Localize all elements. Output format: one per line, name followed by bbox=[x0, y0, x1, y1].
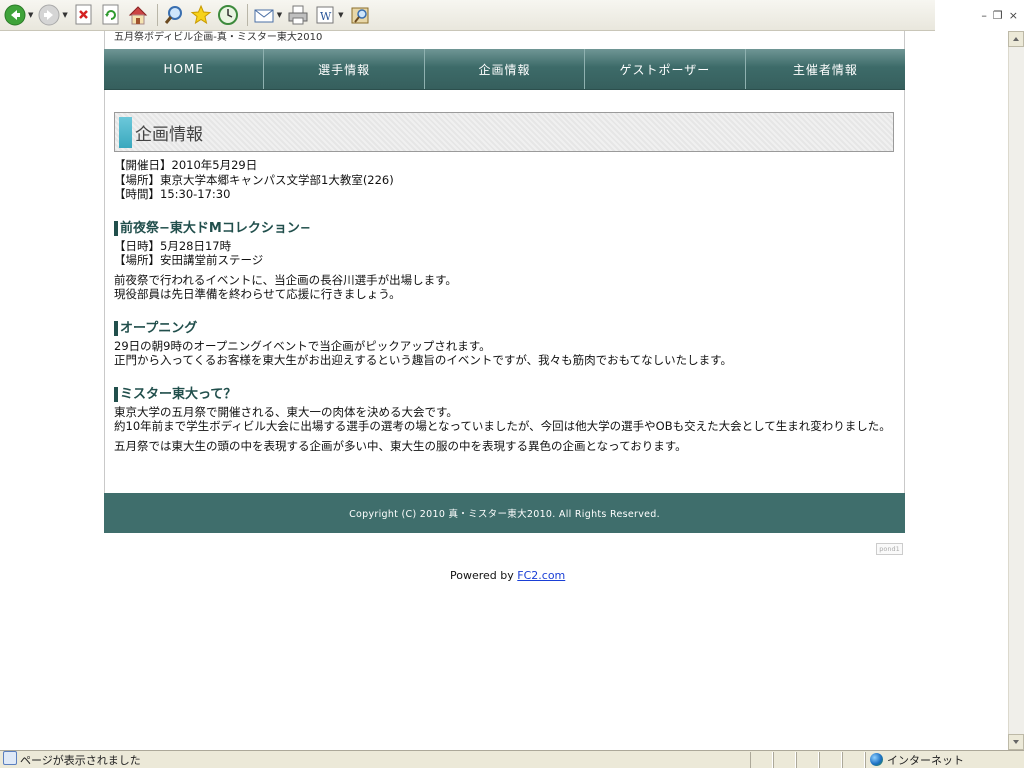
site-subtitle: 五月祭ボディビル企画-真・ミスター東大2010 bbox=[114, 32, 323, 43]
section-title: 前夜祭−東大ドMコレクション− bbox=[114, 220, 894, 236]
nav-guest-poser[interactable]: ゲストポーザー bbox=[585, 49, 746, 89]
status-cell bbox=[842, 751, 865, 768]
info-date: 【開催日】2010年5月29日 bbox=[114, 158, 258, 172]
section-paragraph: 現役部員は先日準備を終わらせて応援に行きましょう。 bbox=[114, 287, 401, 301]
vertical-scrollbar[interactable] bbox=[1008, 31, 1024, 750]
zone-label: インターネット bbox=[887, 753, 964, 767]
powered-by: Powered by FC2.com bbox=[450, 569, 565, 582]
mail-icon[interactable] bbox=[252, 3, 276, 27]
section-title: ミスター東大って？ bbox=[114, 386, 894, 402]
mail-dropdown-icon[interactable]: ▼ bbox=[277, 11, 282, 19]
page-title: 企画情報 bbox=[135, 125, 203, 145]
page-heading: 企画情報 bbox=[114, 112, 894, 152]
back-dropdown-icon[interactable]: ▼ bbox=[28, 11, 33, 19]
nav-organizer[interactable]: 主催者情報 bbox=[746, 49, 905, 89]
status-cell bbox=[796, 751, 819, 768]
fc2-link[interactable]: FC2.com bbox=[517, 569, 565, 582]
main-content: 【開催日】2010年5月29日 【場所】東京大学本郷キャンパス文学部1大教室(2… bbox=[114, 158, 894, 453]
back-icon[interactable] bbox=[3, 3, 27, 27]
restore-button[interactable]: ❐ bbox=[993, 9, 1003, 22]
history-icon[interactable] bbox=[216, 3, 240, 27]
edit-icon[interactable]: W bbox=[313, 3, 337, 27]
nav-event-info[interactable]: 企画情報 bbox=[425, 49, 586, 89]
section-paragraph: 正門から入ってくるお客様を東大生がお出迎えするという趣旨のイベントですが、我々も… bbox=[114, 353, 733, 367]
toolbar-separator bbox=[156, 4, 158, 26]
section-title: オープニング bbox=[114, 320, 894, 336]
page-icon bbox=[3, 750, 17, 765]
minimize-button[interactable]: – bbox=[981, 9, 987, 22]
browser-toolbar: ▼ ▼ ▼ W ▼ bbox=[0, 0, 935, 31]
status-cell bbox=[773, 751, 796, 768]
powered-by-text: Powered by bbox=[450, 569, 514, 582]
close-button[interactable]: × bbox=[1009, 9, 1018, 22]
section-paragraph: 約10年前まで学生ボディビル大会に出場する選手の選考の場となっていましたが、今回… bbox=[114, 419, 891, 433]
status-cell bbox=[819, 751, 842, 768]
security-zone[interactable]: インターネット bbox=[865, 751, 1024, 768]
stop-icon[interactable] bbox=[72, 3, 96, 27]
print-icon[interactable] bbox=[286, 3, 310, 27]
window-controls: – ❐ × bbox=[935, 0, 1024, 31]
status-bar: ページが表示されました インターネット bbox=[0, 750, 1024, 768]
toolbar-separator bbox=[246, 4, 248, 26]
info-time: 【時間】15:30-17:30 bbox=[114, 187, 231, 201]
favorites-icon[interactable] bbox=[189, 3, 213, 27]
info-place: 【場所】東京大学本郷キャンパス文学部1大教室(226) bbox=[114, 172, 394, 187]
svg-text:W: W bbox=[320, 10, 332, 23]
search-icon[interactable] bbox=[162, 3, 186, 27]
section-paragraph: 東京大学の五月祭で開催される、東大一の肉体を決める大会です。 bbox=[114, 404, 458, 419]
section-paragraph: 29日の朝9時のオープニングイベントで当企画がピックアップされます。 bbox=[114, 338, 491, 353]
scroll-down-button[interactable] bbox=[1008, 734, 1024, 750]
footer-copyright: Copyright (C) 2010 真・ミスター東大2010. All Rig… bbox=[104, 493, 905, 533]
heading-accent-bar bbox=[119, 117, 132, 148]
nav-players[interactable]: 選手情報 bbox=[264, 49, 425, 89]
main-nav: HOME 選手情報 企画情報 ゲストポーザー 主催者情報 bbox=[104, 49, 905, 90]
pond-badge[interactable]: pond1 bbox=[876, 543, 903, 555]
forward-dropdown-icon[interactable]: ▼ bbox=[62, 11, 67, 19]
section-paragraph: 前夜祭で行われるイベントに、当企画の長谷川選手が出場します。 bbox=[114, 272, 457, 287]
forward-icon[interactable] bbox=[37, 3, 61, 27]
section-line: 【日時】5月28日17時 bbox=[114, 238, 232, 253]
research-icon[interactable] bbox=[348, 3, 372, 27]
status-text: ページが表示されました bbox=[20, 753, 141, 767]
home-icon[interactable] bbox=[126, 3, 150, 27]
nav-home[interactable]: HOME bbox=[104, 49, 265, 89]
status-cell bbox=[750, 751, 773, 768]
scroll-up-button[interactable] bbox=[1008, 31, 1024, 47]
section-line: 【場所】安田講堂前ステージ bbox=[114, 253, 264, 267]
globe-icon bbox=[870, 753, 883, 766]
edit-dropdown-icon[interactable]: ▼ bbox=[338, 11, 343, 19]
section-paragraph: 五月祭では東大生の頭の中を表現する企画が多い中、東大生の服の中を表現する異色の企… bbox=[114, 438, 687, 453]
refresh-icon[interactable] bbox=[99, 3, 123, 27]
